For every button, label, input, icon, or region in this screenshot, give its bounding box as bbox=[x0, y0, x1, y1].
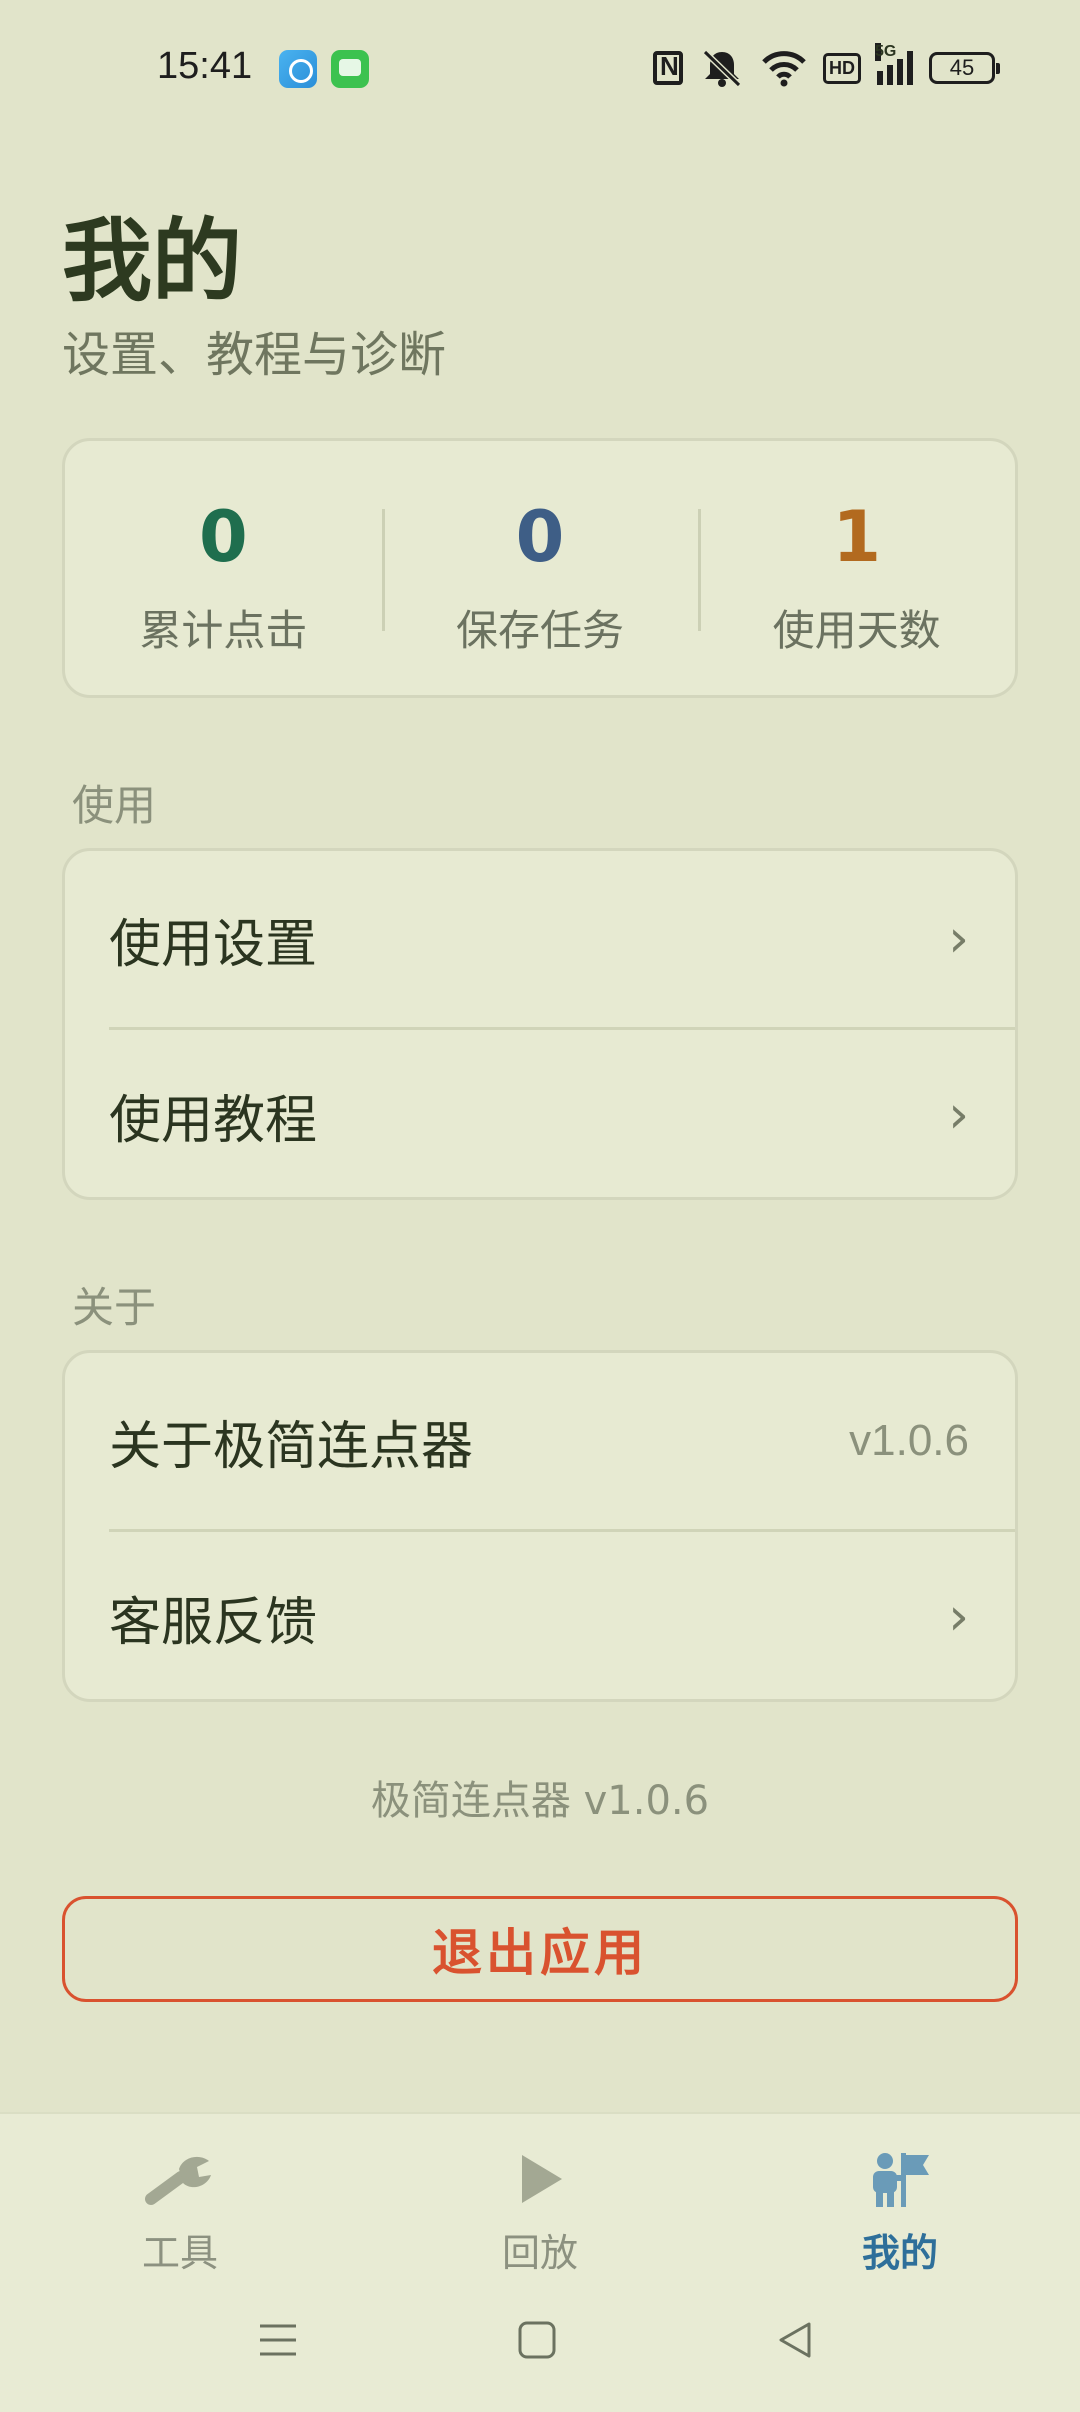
home-icon[interactable] bbox=[507, 2310, 567, 2370]
nav-label: 回放 bbox=[501, 2231, 578, 2275]
status-time: 15:41 bbox=[157, 45, 253, 87]
network-type: 5G bbox=[875, 43, 897, 61]
mute-bell-icon bbox=[702, 49, 742, 88]
about-card: 关于极简连点器 v1.0.6 客服反馈 › bbox=[62, 1350, 1018, 1702]
signal-icon: 5G bbox=[875, 43, 913, 85]
page-subtitle: 设置、教程与诊断 bbox=[62, 327, 447, 383]
status-icons: HD 5G 45 bbox=[653, 43, 1000, 88]
footer-version: 极简连点器 v1.0.6 bbox=[370, 1778, 710, 1824]
stat-label: 保存任务 bbox=[456, 606, 625, 655]
system-nav-bar bbox=[0, 2310, 1080, 2380]
messages-app-icon bbox=[331, 50, 369, 88]
row-label: 使用教程 bbox=[109, 1090, 318, 1151]
stats-card: 0 累计点击 0 保存任务 1 使用天数 bbox=[62, 438, 1018, 698]
person-flag-icon bbox=[865, 2144, 935, 2214]
chevron-right-icon: › bbox=[948, 1587, 969, 1647]
hd-icon: HD bbox=[823, 52, 861, 84]
hotspot-app-icon bbox=[279, 50, 317, 88]
usage-settings-item[interactable]: 使用设置 › bbox=[65, 851, 1015, 1027]
nav-item-tools[interactable]: 工具 bbox=[80, 2144, 280, 2277]
row-label: 关于极简连点器 bbox=[109, 1416, 474, 1477]
exit-app-button[interactable]: 退出应用 bbox=[62, 1896, 1018, 2002]
customer-feedback-item[interactable]: 客服反馈 › bbox=[65, 1529, 1015, 1699]
usage-tutorial-item[interactable]: 使用教程 › bbox=[65, 1027, 1015, 1197]
nav-item-playback[interactable]: 回放 bbox=[440, 2144, 640, 2277]
stat-label: 累计点击 bbox=[139, 606, 308, 655]
wrench-icon bbox=[145, 2144, 215, 2214]
section-label-usage: 使用 bbox=[72, 781, 157, 830]
row-label: 使用设置 bbox=[109, 914, 318, 975]
stat-value: 1 bbox=[832, 496, 882, 578]
stat-label: 使用天数 bbox=[772, 606, 941, 655]
usage-card: 使用设置 › 使用教程 › bbox=[62, 848, 1018, 1200]
nav-label: 工具 bbox=[141, 2231, 218, 2275]
section-label-about: 关于 bbox=[72, 1283, 157, 1332]
about-app-item[interactable]: 关于极简连点器 v1.0.6 bbox=[65, 1353, 1015, 1529]
stat-value: 0 bbox=[515, 496, 565, 578]
version-value: v1.0.6 bbox=[849, 1416, 969, 1465]
stat-total-clicks: 0 累计点击 bbox=[65, 441, 382, 695]
chevron-right-icon: › bbox=[948, 909, 969, 969]
play-icon bbox=[505, 2144, 575, 2214]
nfc-icon bbox=[653, 51, 683, 85]
status-bar: 15:41 HD 5G 45 bbox=[0, 0, 1080, 138]
chevron-right-icon: › bbox=[948, 1085, 969, 1145]
back-icon[interactable] bbox=[765, 2310, 825, 2370]
stat-usage-days: 1 使用天数 bbox=[698, 441, 1015, 695]
battery-icon: 45 bbox=[929, 52, 1000, 84]
stat-saved-tasks: 0 保存任务 bbox=[381, 441, 699, 695]
menu-icon[interactable] bbox=[248, 2310, 308, 2370]
wifi-icon bbox=[762, 51, 806, 87]
page-title: 我的 bbox=[62, 209, 242, 314]
nav-label: 我的 bbox=[861, 2231, 938, 2275]
row-label: 客服反馈 bbox=[109, 1592, 318, 1653]
stat-value: 0 bbox=[198, 496, 248, 578]
nav-item-mine[interactable]: 我的 bbox=[800, 2144, 1000, 2277]
